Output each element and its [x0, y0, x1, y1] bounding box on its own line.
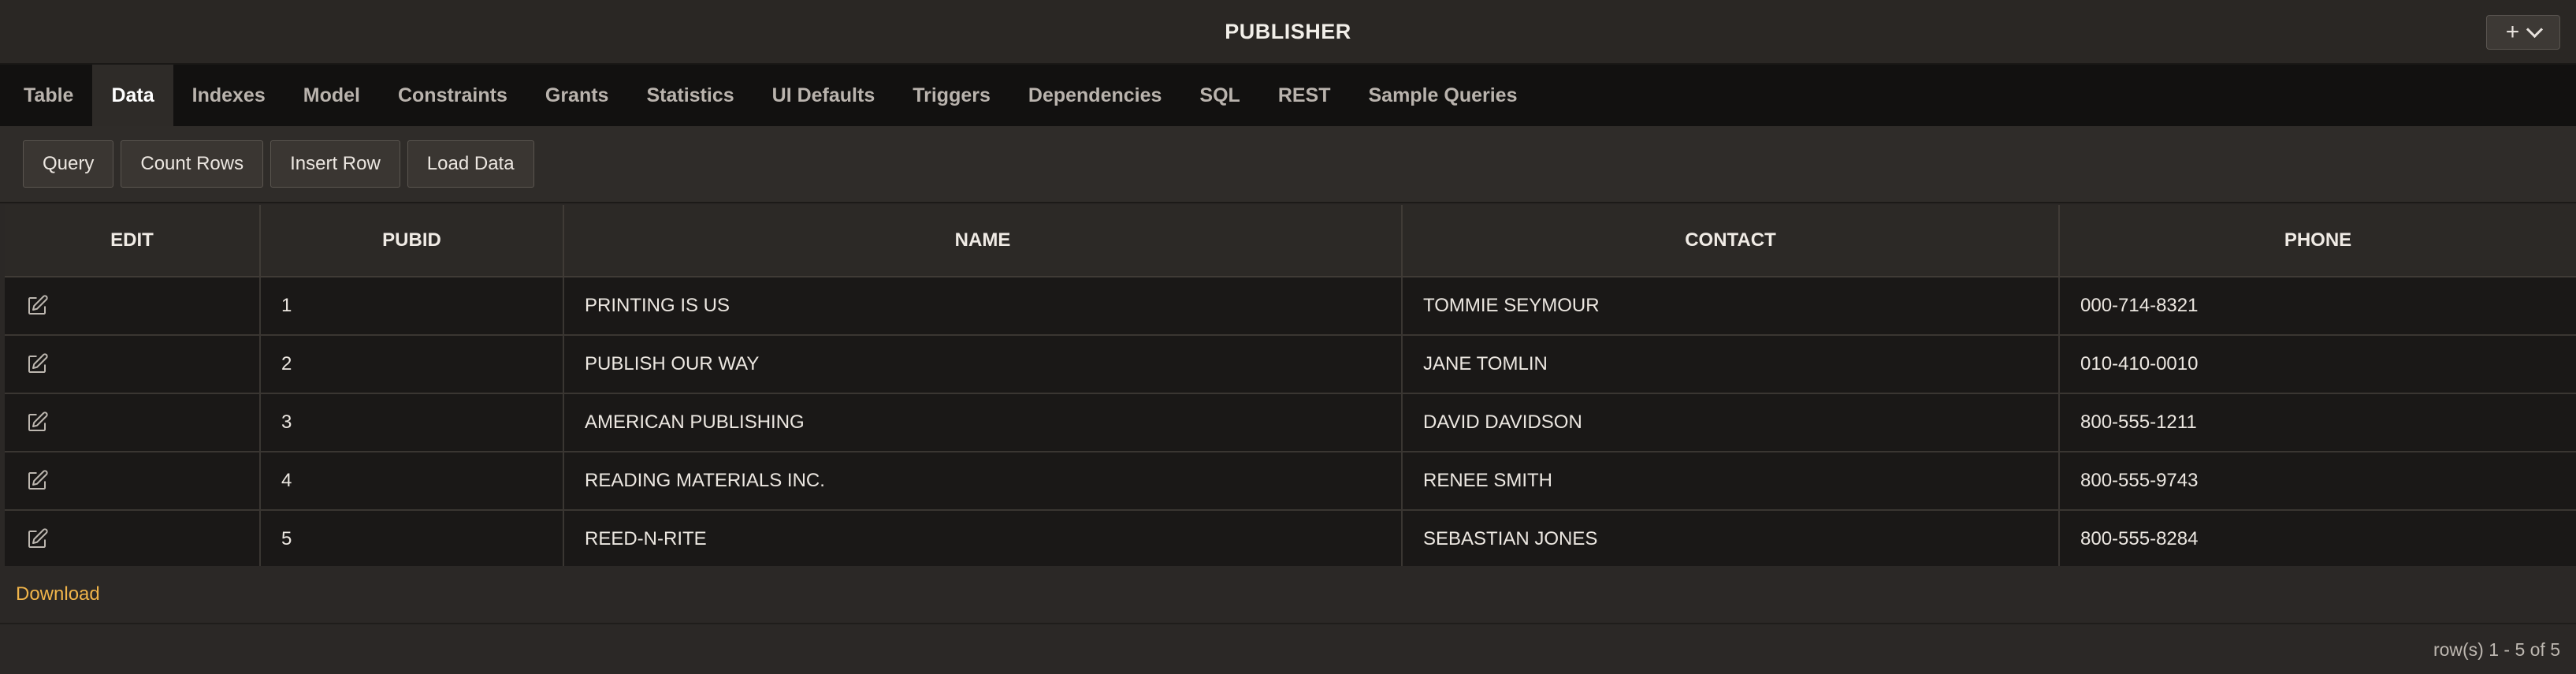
tab-model[interactable]: Model [284, 65, 379, 126]
phone-cell: 000-714-8321 [2059, 277, 2576, 336]
table-row: 1 PRINTING IS US TOMMIE SEYMOUR 000-714-832… [5, 277, 2576, 336]
contact-cell: DAVID DAVIDSON [1402, 393, 2060, 452]
edit-icon[interactable] [25, 527, 49, 551]
name-cell: AMERICAN PUBLISHING [563, 393, 1403, 452]
count-rows-button[interactable]: Count Rows [121, 140, 264, 188]
pubid-cell: 4 [260, 452, 564, 511]
phone-cell: 800-555-1211 [2059, 393, 2576, 452]
edit-cell [5, 335, 261, 394]
contact-cell: SEBASTIAN JONES [1402, 510, 2060, 569]
contact-cell: RENEE SMITH [1402, 452, 2060, 511]
edit-cell [5, 452, 261, 511]
tab-triggers[interactable]: Triggers [894, 65, 1009, 126]
table-row: 3 AMERICAN PUBLISHING DAVID DAVIDSON 800-55… [5, 393, 2576, 452]
table-header-row: EDIT PUBID NAME CONTACT PHONE [5, 205, 2576, 277]
contact-cell: TOMMIE SEYMOUR [1402, 277, 2060, 336]
phone-cell: 010-410-0010 [2059, 335, 2576, 394]
column-header-pubid[interactable]: PUBID [260, 205, 564, 277]
chevron-down-icon [2526, 20, 2544, 38]
edit-cell [5, 393, 261, 452]
tab-grants[interactable]: Grants [526, 65, 628, 126]
add-menu-button[interactable]: + [2486, 15, 2560, 50]
insert-row-button[interactable]: Insert Row [270, 140, 400, 188]
pubid-cell: 2 [260, 335, 564, 394]
pubid-cell: 1 [260, 277, 564, 336]
tab-indexes[interactable]: Indexes [173, 65, 284, 126]
row-count-status: row(s) 1 - 5 of 5 [2433, 639, 2560, 660]
pubid-cell: 3 [260, 393, 564, 452]
tab-statistics[interactable]: Statistics [627, 65, 753, 126]
edit-cell [5, 277, 261, 336]
query-button[interactable]: Query [23, 140, 114, 188]
load-data-button[interactable]: Load Data [407, 140, 534, 188]
table-row: 4 READING MATERIALS INC. RENEE SMITH 800-55… [5, 452, 2576, 511]
tab-rest[interactable]: REST [1259, 65, 1350, 126]
pubid-cell: 5 [260, 510, 564, 569]
plus-icon: + [2505, 19, 2520, 45]
tab-ui-defaults[interactable]: UI Defaults [753, 65, 894, 126]
edit-icon[interactable] [25, 352, 49, 376]
data-table: EDIT PUBID NAME CONTACT PHONE 1 PRINTING … [5, 205, 2576, 569]
tab-sql[interactable]: SQL [1180, 65, 1258, 126]
table-row: 2 PUBLISH OUR WAY JANE TOMLIN 010-410-0010 [5, 335, 2576, 394]
object-tabs: Table Data Indexes Model Constraints Gra… [0, 65, 2576, 126]
pagination-bar: row(s) 1 - 5 of 5 [0, 626, 2576, 674]
column-header-contact[interactable]: CONTACT [1402, 205, 2060, 277]
edit-icon[interactable] [25, 411, 49, 434]
app-window: PUBLISHER + Table Data Indexes Model Con… [0, 0, 2576, 674]
name-cell: READING MATERIALS INC. [563, 452, 1403, 511]
contact-cell: JANE TOMLIN [1402, 335, 2060, 394]
tab-sample-queries[interactable]: Sample Queries [1350, 65, 1537, 126]
column-header-edit[interactable]: EDIT [5, 205, 261, 277]
download-link[interactable]: Download [16, 583, 100, 605]
column-header-phone[interactable]: PHONE [2059, 205, 2576, 277]
name-cell: PUBLISH OUR WAY [563, 335, 1403, 394]
phone-cell: 800-555-8284 [2059, 510, 2576, 569]
tab-table[interactable]: Table [5, 65, 92, 126]
column-header-name[interactable]: NAME [563, 205, 1403, 277]
table-row: 5 REED-N-RITE SEBASTIAN JONES 800-555-8284 [5, 510, 2576, 569]
download-bar: Download [0, 566, 2576, 624]
title-bar: PUBLISHER + [0, 0, 2576, 65]
tab-dependencies[interactable]: Dependencies [1009, 65, 1181, 126]
name-cell: PRINTING IS US [563, 277, 1403, 336]
edit-icon[interactable] [25, 294, 49, 318]
tab-data[interactable]: Data [92, 65, 173, 126]
page-title: PUBLISHER [1225, 19, 1351, 43]
tab-constraints[interactable]: Constraints [379, 65, 526, 126]
name-cell: REED-N-RITE [563, 510, 1403, 569]
edit-cell [5, 510, 261, 569]
data-toolbar: Query Count Rows Insert Row Load Data [0, 126, 2576, 203]
edit-icon[interactable] [25, 469, 49, 493]
phone-cell: 800-555-9743 [2059, 452, 2576, 511]
